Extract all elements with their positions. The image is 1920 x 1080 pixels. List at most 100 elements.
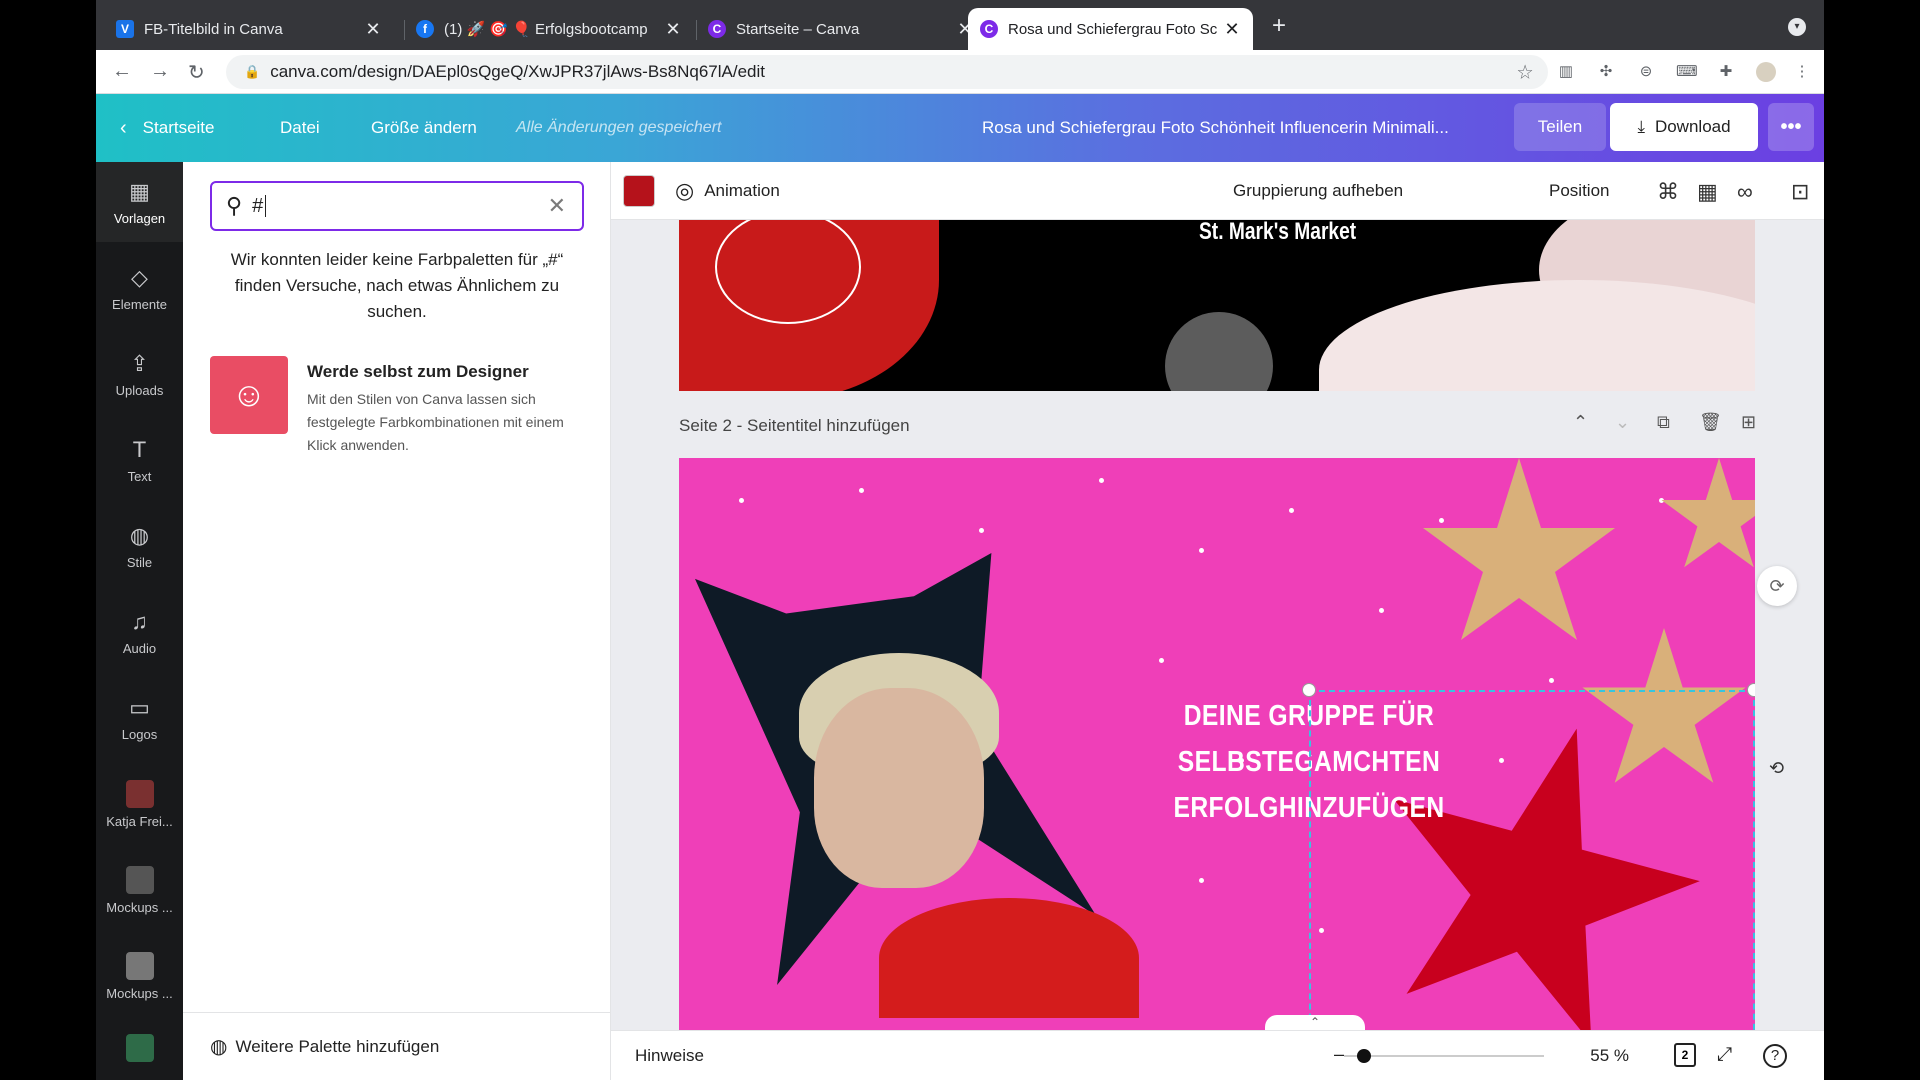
- tab-erfolgsbootcamp[interactable]: f (1) 🚀 🎯 🎈 Erfolgsbootcamp ✕: [404, 8, 694, 50]
- gold-star[interactable]: [1423, 458, 1615, 640]
- close-tab-icon[interactable]: ✕: [664, 19, 682, 40]
- download-button[interactable]: ⤓ Download: [1610, 103, 1758, 151]
- more-options-button[interactable]: •••: [1768, 103, 1814, 151]
- animation-button[interactable]: ◎ Animation: [675, 162, 780, 220]
- no-results-message: Wir konnten leider keine Farbpaletten fü…: [230, 250, 564, 321]
- canva-icon: C: [708, 20, 726, 38]
- folder-thumbnail: [125, 865, 154, 894]
- browser-window: V FB-Titelbild in Canva ✕ f (1) 🚀 🎯 🎈 Er…: [96, 0, 1824, 1080]
- url-field[interactable]: 🔒 canva.com/design/DAEpl0sQgeQ/XwJPR37jl…: [226, 55, 1548, 89]
- back-home-button[interactable]: ‹ Startseite: [120, 94, 214, 162]
- tab-fb-titelbild[interactable]: V FB-Titelbild in Canva ✕: [104, 8, 394, 50]
- palette-icon: ◍: [210, 1036, 228, 1058]
- ungroup-button[interactable]: Gruppierung aufheben: [1233, 162, 1403, 220]
- notes-button[interactable]: Hinweise: [635, 1046, 704, 1066]
- rail-item-elemente[interactable]: ◇ Elemente: [96, 248, 183, 328]
- fullscreen-icon[interactable]: ⤢: [1717, 1044, 1732, 1066]
- rail-label: Elemente: [112, 296, 167, 312]
- page-2[interactable]: DEINE GRUPPE FÜR SELBSTEGAMCHTEN ERFOLGH…: [679, 458, 1755, 1030]
- resize-button[interactable]: Größe ändern: [371, 94, 477, 162]
- puzzle-extensions-icon[interactable]: ✚: [1716, 62, 1736, 82]
- palette-search-input[interactable]: ⚲ # ✕: [210, 181, 584, 231]
- tab-search-icon[interactable]: ▾: [1788, 18, 1806, 36]
- rail-item-logos[interactable]: ▭ Logos: [96, 678, 183, 758]
- close-tab-icon[interactable]: ✕: [1223, 19, 1241, 40]
- folder-thumbnail: [125, 779, 154, 808]
- bookmark-star-icon[interactable]: ☆: [1516, 60, 1533, 83]
- back-home-label: Startseite: [142, 118, 215, 137]
- folder-thumbnail: [125, 951, 154, 980]
- page-count-button[interactable]: 2: [1674, 1043, 1696, 1067]
- color-swatch[interactable]: [623, 175, 655, 207]
- tab-title: Startseite – Canva: [736, 20, 860, 38]
- rail-item-mockups-2[interactable]: Mockups ...: [96, 936, 183, 1016]
- rotate-icon[interactable]: ⟳: [1757, 566, 1797, 606]
- kebab-menu-icon[interactable]: ⋮: [1792, 62, 1812, 82]
- canva-icon: C: [980, 20, 998, 38]
- extension-icon[interactable]: ▥: [1556, 62, 1576, 82]
- chevron-up-icon[interactable]: ⌃: [1573, 412, 1588, 433]
- back-arrow-icon[interactable]: ←: [112, 60, 132, 83]
- new-tab-plus-icon[interactable]: +: [1272, 12, 1286, 40]
- document-title[interactable]: Rosa und Schiefergrau Foto Schönheit Inf…: [982, 94, 1449, 162]
- link-icon[interactable]: ∞: [1737, 179, 1753, 205]
- rail-item-stile[interactable]: ◍ Stile: [96, 506, 183, 586]
- collapse-pages-button[interactable]: ⌃: [1265, 1015, 1365, 1030]
- text-icon: T: [132, 436, 147, 462]
- resize-handle[interactable]: [1302, 683, 1316, 697]
- file-menu[interactable]: Datei: [280, 94, 320, 162]
- extension-icon[interactable]: ⌨: [1676, 62, 1698, 82]
- extension-icon[interactable]: ✣: [1596, 62, 1616, 82]
- resize-handle[interactable]: [1747, 683, 1755, 697]
- refresh-icon[interactable]: ⟲: [1769, 758, 1784, 779]
- selection-box[interactable]: [1309, 690, 1755, 1030]
- folder-icon: ▭: [129, 694, 150, 720]
- help-icon[interactable]: ?: [1763, 1044, 1787, 1068]
- add-page-icon[interactable]: ⊞: [1741, 412, 1756, 433]
- duplicate-page-icon[interactable]: ⧉: [1657, 412, 1670, 433]
- rail-item-audio[interactable]: ♫ Audio: [96, 592, 183, 672]
- lock-icon[interactable]: ⊡: [1791, 179, 1809, 205]
- page-2-title[interactable]: Seite 2 - Seitentitel hinzufügen: [679, 416, 910, 436]
- tab-rosa-schiefergrau[interactable]: C Rosa und Schiefergrau Foto Sc ✕: [968, 8, 1253, 50]
- rail-item-vorlagen[interactable]: ▦ Vorlagen: [96, 162, 183, 242]
- clear-search-icon[interactable]: ✕: [548, 193, 566, 219]
- bottom-bar: Hinweise – 55 % 2 ⤢ ?: [611, 1030, 1824, 1080]
- rail-item-katja[interactable]: Katja Frei...: [96, 764, 183, 844]
- rail-label: Mockups ...: [106, 985, 173, 1001]
- rail-label: Vorlagen: [113, 210, 166, 226]
- rail-item-more[interactable]: [96, 1022, 183, 1080]
- add-palette-button[interactable]: ◍ Weitere Palette hinzufügen: [183, 1012, 611, 1080]
- paint-roller-icon[interactable]: ⌘: [1657, 179, 1679, 205]
- gold-star[interactable]: [1661, 458, 1755, 568]
- delete-page-icon[interactable]: 🗑: [1699, 412, 1722, 433]
- transparency-icon[interactable]: ▦: [1697, 179, 1718, 205]
- tab-startseite-canva[interactable]: C Startseite – Canva ✕: [696, 8, 986, 50]
- rail-item-uploads[interactable]: ⇪ Uploads: [96, 334, 183, 414]
- tab-title: (1) 🚀 🎯 🎈 Erfolgsbootcamp: [444, 21, 648, 38]
- profile-avatar[interactable]: [1756, 62, 1776, 82]
- extension-icon[interactable]: ⊜: [1636, 62, 1656, 82]
- page1-text[interactable]: St. Mark's Market: [1199, 220, 1356, 246]
- zoom-minus-icon[interactable]: –: [1334, 1044, 1344, 1065]
- search-icon: ⚲: [226, 193, 243, 218]
- rail-item-mockups-1[interactable]: Mockups ...: [96, 850, 183, 930]
- position-button[interactable]: Position: [1549, 162, 1609, 220]
- tab-strip: V FB-Titelbild in Canva ✕ f (1) 🚀 🎯 🎈 Er…: [96, 0, 1824, 50]
- zoom-percentage[interactable]: 55 %: [1569, 1046, 1629, 1066]
- zoom-slider-knob[interactable]: [1357, 1049, 1371, 1063]
- save-status: Alle Änderungen gespeichert: [516, 119, 722, 136]
- photo-face: [814, 688, 984, 888]
- zoom-slider[interactable]: [1344, 1049, 1544, 1063]
- reload-icon[interactable]: ↻: [188, 60, 205, 85]
- tab-title: Rosa und Schiefergrau Foto Sc: [1008, 20, 1218, 38]
- canva-v-icon: V: [116, 20, 134, 38]
- chevron-down-icon[interactable]: ⌄: [1615, 412, 1630, 433]
- folder-thumbnail: [125, 1034, 154, 1062]
- page-1[interactable]: St. Mark's Market: [679, 220, 1755, 391]
- close-tab-icon[interactable]: ✕: [364, 19, 382, 40]
- animation-label: Animation: [704, 181, 780, 200]
- rail-item-text[interactable]: T Text: [96, 420, 183, 500]
- forward-arrow-icon[interactable]: →: [150, 60, 170, 83]
- share-button[interactable]: Teilen: [1514, 103, 1606, 151]
